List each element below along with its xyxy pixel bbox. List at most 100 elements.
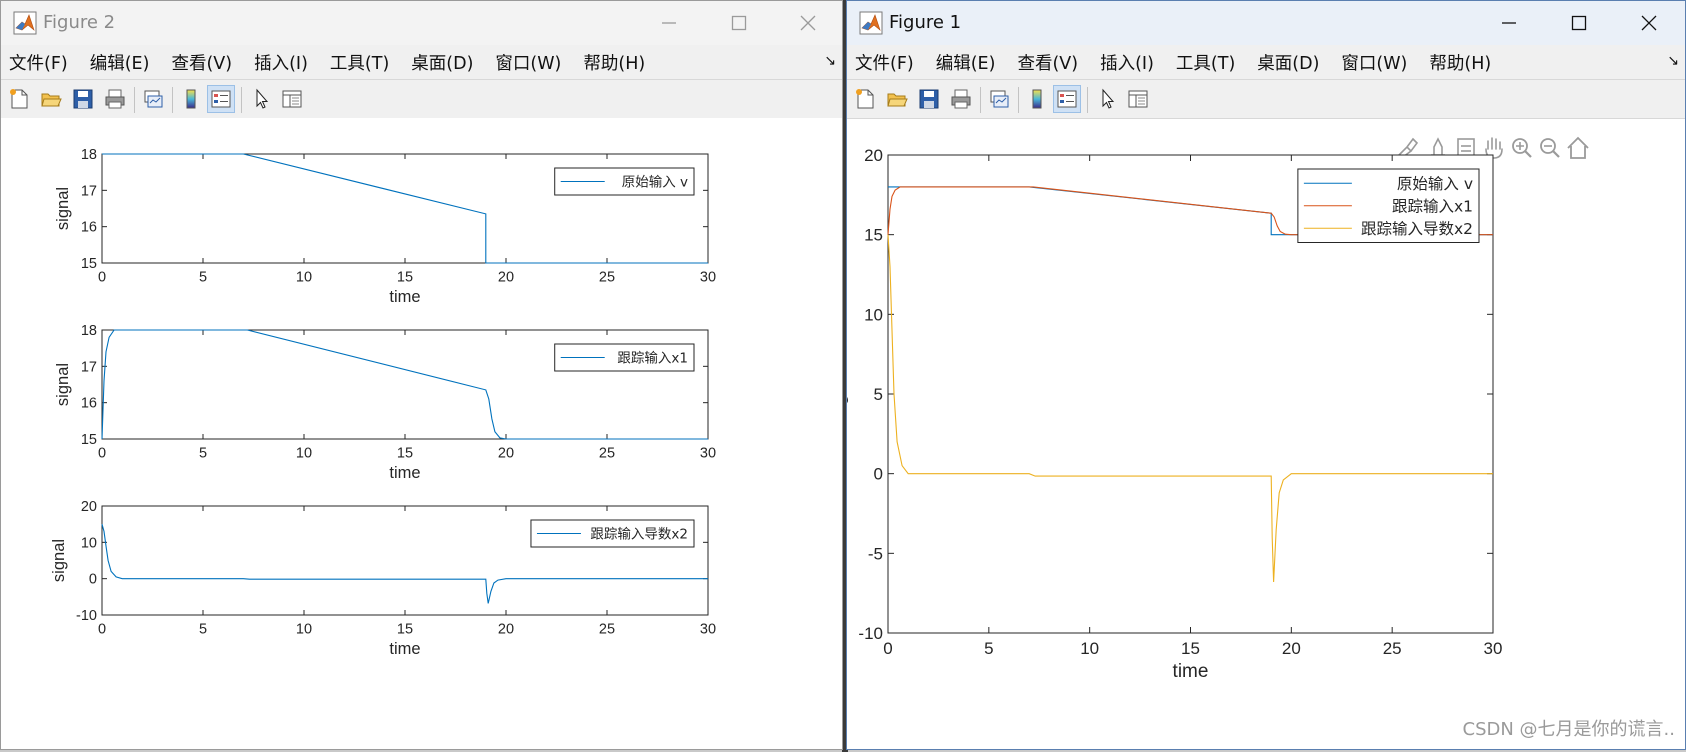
print-button[interactable] [101,85,129,113]
menu-insert[interactable]: 插入(I) [1100,50,1154,75]
menu-edit[interactable]: 编辑(E) [936,50,996,75]
close-button[interactable] [773,1,842,45]
new-figure-button[interactable] [5,85,33,113]
menu-file[interactable]: 文件(F) [9,50,68,75]
x-tick-label: 20 [1282,639,1301,658]
y-tick-label: 18 [81,323,97,339]
minimize-button[interactable] [1474,1,1544,45]
menu-insert[interactable]: 插入(I) [254,50,308,75]
menu-tools[interactable]: 工具(T) [330,50,389,75]
menu-help[interactable]: 帮助(H) [583,50,645,75]
y-tick-label: 15 [81,256,97,272]
home-icon[interactable] [1567,136,1589,159]
maximize-icon [731,15,747,31]
figure-1-canvas[interactable]: 0 5 10 15 20 25 30 -10 -5 0 5 10 15 20 time signal 原始输入 … [847,119,1685,749]
y-tick-label: 17 [81,359,97,375]
menu-tools[interactable]: 工具(T) [1176,50,1235,75]
figure-2-titlebar[interactable]: Figure 2 [1,1,842,45]
property-editor-button[interactable] [1124,85,1152,113]
link-plot-button[interactable] [985,85,1013,113]
figure-1-titlebar[interactable]: Figure 1 [847,1,1685,45]
figure-2-canvas[interactable]: 0 5 10 15 20 25 30 15 16 17 18 time signal 原始输入 v 0 5 10… [1,118,842,749]
window-title: Figure 2 [43,12,116,33]
legend-label: 跟踪输入导数x2 [1361,220,1473,238]
menu-help[interactable]: 帮助(H) [1429,50,1491,75]
chart-axes-1[interactable]: 0 5 10 15 20 25 30 15 16 17 18 time signal 跟踪输入x1 [54,323,716,482]
legend[interactable]: 跟踪输入x1 [554,343,695,372]
menu-edit[interactable]: 编辑(E) [90,50,150,75]
zoom-out-icon[interactable] [1540,138,1560,158]
undock-arrow-icon[interactable]: ↘ [824,53,836,69]
close-button[interactable] [1614,1,1684,45]
save-button[interactable] [69,85,97,113]
new-figure-button[interactable] [851,85,879,113]
x-tick-label: 10 [296,446,312,462]
insert-colorbar-button[interactable] [177,85,205,113]
legend[interactable]: 原始输入 v 跟踪输入x1 跟踪输入导数x2 [1297,168,1480,243]
toggle-grid-icon[interactable] [1457,138,1475,158]
menu-file[interactable]: 文件(F) [855,50,914,75]
minimize-button[interactable] [634,1,704,45]
edit-plot-button[interactable] [247,85,275,113]
insert-colorbar-button[interactable] [1023,85,1051,113]
x-axis-label: time [389,464,420,482]
maximize-icon [1571,15,1587,31]
x-tick-label: 5 [199,446,207,462]
y-tick-label: 15 [81,432,97,448]
toolbar-separator [134,87,135,113]
legend[interactable]: 原始输入 v [554,167,695,196]
link-plot-icon [990,90,1009,108]
insert-legend-button[interactable] [207,85,235,113]
legend-label: 原始输入 v [622,175,688,191]
chart-axes-2[interactable]: 0 5 10 15 20 25 30-1001020timesignal跟踪输入导数x2 [50,499,716,658]
y-tick-label: 16 [81,220,97,236]
x-tick-label: 25 [1383,639,1402,658]
pointer-icon [1102,88,1115,109]
x-tick-label: 15 [1181,639,1200,658]
x-tick-label: 20 [498,446,514,462]
y-tick-label: 15 [864,226,883,245]
menu-view[interactable]: 查看(V) [171,50,232,75]
data-cursor-icon[interactable] [1431,137,1445,156]
menu-window[interactable]: 窗口(W) [1341,50,1407,75]
x-tick-label: 0 [98,446,106,462]
chart-axes-0[interactable]: 0 5 10 15 20 25 30 15 16 17 18 time signal 原始输入 v [54,147,716,306]
maximize-button[interactable] [704,1,774,45]
menu-desktop[interactable]: 桌面(D) [1257,50,1319,75]
undock-arrow-icon[interactable]: ↘ [1667,53,1679,69]
zoom-in-icon[interactable] [1512,138,1532,158]
x-tick-label: 10 [1080,639,1099,658]
insert-legend-button[interactable] [1053,85,1081,113]
maximize-button[interactable] [1544,1,1614,45]
open-file-button[interactable] [37,85,65,113]
x-tick-label: 5 [199,270,207,286]
menu-view[interactable]: 查看(V) [1017,50,1078,75]
minimize-icon [1502,22,1516,24]
property-editor-button[interactable] [278,85,306,113]
link-plot-button[interactable] [139,85,167,113]
menu-bar: 文件(F) 编辑(E) 查看(V) 插入(I) 工具(T) 桌面(D) 窗口(W… [1,45,842,79]
x-tick-label: 0 [98,270,106,286]
brush-icon[interactable] [1397,137,1419,158]
figure-2-plots: 0 5 10 15 20 25 30 15 16 17 18 time signal 原始输入 v 0 5 10… [50,147,716,658]
edit-plot-button[interactable] [1093,85,1121,113]
chart-axes-3[interactable]: 0 5 10 15 20 25 30 -10 -5 0 5 10 15 20 time signal 原始输入 … [847,146,1502,682]
x-tick-label: 15 [397,622,413,638]
x-tick-label: 15 [397,446,413,462]
print-button[interactable] [947,85,975,113]
legend-icon [211,90,231,108]
x-tick-label: 0 [98,622,106,638]
minimize-icon [662,22,676,24]
legend[interactable]: 跟踪输入导数x2 [530,519,695,548]
y-tick-label: 0 [89,572,97,588]
y-tick-label: 0 [874,465,883,484]
x-tick-label: 5 [199,622,207,638]
save-button[interactable] [915,85,943,113]
y-tick-label: 17 [81,183,97,199]
menu-window[interactable]: 窗口(W) [495,50,561,75]
legend-label: 原始输入 v [1397,175,1473,193]
open-file-button[interactable] [883,85,911,113]
y-tick-label: -10 [76,608,97,624]
y-tick-label: -5 [868,544,883,563]
menu-desktop[interactable]: 桌面(D) [411,50,473,75]
